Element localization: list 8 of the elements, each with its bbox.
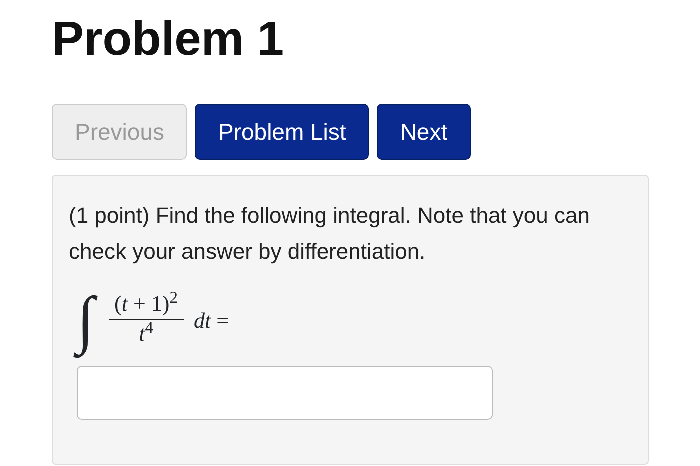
nav-button[interactable]: Next — [377, 104, 471, 160]
page-title: Problem 1 — [52, 12, 286, 68]
problem-statement: (1 point) Find the following integral. Note that you can check your answer by differentiation. — [69, 202, 591, 266]
nav-button[interactable]: Problem List — [195, 104, 370, 160]
fraction: (t + 1)$^{2}$ t$^{4}$ — [108, 291, 184, 349]
formula-suffix: dt = — [194, 306, 230, 334]
integral-sign: ∫ — [73, 272, 99, 368]
answer-field[interactable] — [77, 366, 493, 420]
